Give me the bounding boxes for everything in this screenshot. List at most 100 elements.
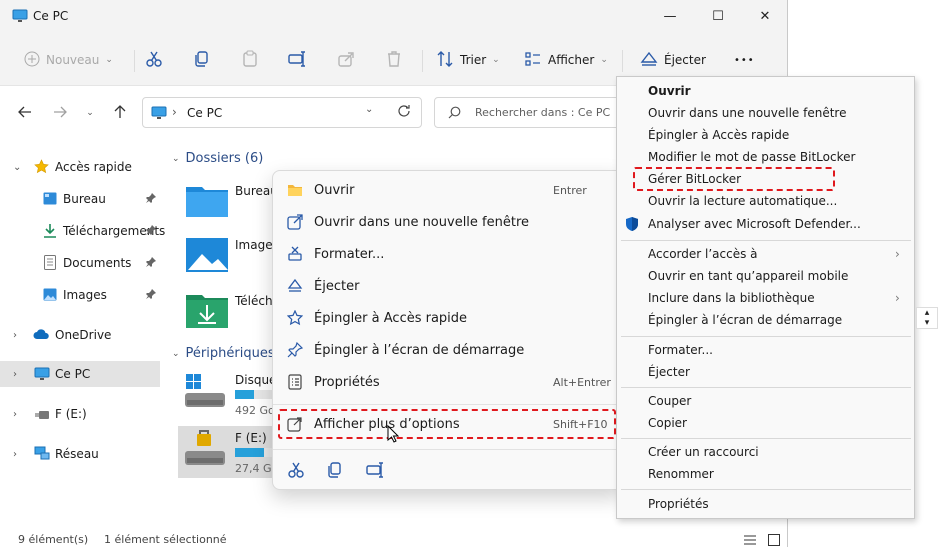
chevron-right-icon[interactable]: › <box>13 409 17 420</box>
view-button[interactable]: Afficher ⌄ <box>524 48 608 72</box>
sidebar-item-onedrive[interactable]: › OneDrive <box>0 322 160 348</box>
mouse-cursor-icon <box>387 424 400 446</box>
download-icon <box>43 223 57 241</box>
refresh-icon[interactable] <box>397 104 411 121</box>
sidebar-item-documents[interactable]: Documents <box>0 250 160 276</box>
pin-icon <box>287 341 304 358</box>
up-button[interactable] <box>110 103 130 123</box>
search-box[interactable]: Rechercher dans : Ce PC <box>434 97 634 128</box>
rename-icon <box>288 50 306 71</box>
copy-button[interactable] <box>193 48 211 72</box>
context-item-pin-quick-access[interactable]: Épingler à Accès rapide <box>279 302 619 334</box>
classic-item-eject[interactable]: Éjecter <box>617 361 914 383</box>
forward-button[interactable] <box>50 103 70 123</box>
classic-item-autoplay[interactable]: Ouvrir la lecture automatique... <box>617 190 914 212</box>
context-item-show-more-options[interactable]: Afficher plus d’options Shift+F10 <box>279 408 619 440</box>
view-label: Afficher <box>548 53 595 67</box>
classic-item-cut[interactable]: Couper <box>617 390 914 412</box>
eject-icon <box>640 50 658 71</box>
classic-item-change-bitlocker-password[interactable]: Modifier le mot de passe BitLocker <box>617 146 914 168</box>
chevron-down-icon[interactable]: ⌄ <box>13 162 21 173</box>
recent-locations-chevron-icon[interactable]: ⌄ <box>80 103 100 123</box>
eject-label: Éjecter <box>664 53 706 67</box>
folders-section-header[interactable]: ⌄ Dossiers (6) <box>172 151 263 166</box>
classic-item-label: Renommer <box>648 467 714 481</box>
pin-icon <box>146 256 156 270</box>
search-placeholder: Rechercher dans : Ce PC <box>475 106 611 119</box>
sidebar-item-network[interactable]: › Réseau <box>0 441 160 467</box>
sidebar-item-this-pc[interactable]: › Ce PC <box>0 361 160 387</box>
spinner-control[interactable]: ▴ ▾ <box>916 307 938 329</box>
pin-icon <box>146 224 156 238</box>
copy-icon[interactable] <box>326 461 344 479</box>
details-view-icon[interactable] <box>744 535 756 547</box>
sidebar-item-quick-access[interactable]: ⌄ Accès rapide <box>0 154 160 180</box>
chevron-down-icon: ⌄ <box>600 55 608 65</box>
context-item-eject[interactable]: Éjecter <box>279 270 619 302</box>
chevron-right-icon[interactable]: › <box>13 449 17 460</box>
classic-item-label: Analyser avec Microsoft Defender... <box>648 217 861 231</box>
sidebar-item-images[interactable]: Images <box>0 282 160 308</box>
classic-item-include-library[interactable]: Inclure dans la bibliothèque › <box>617 287 914 309</box>
classic-item-properties[interactable]: Propriétés <box>617 493 914 515</box>
maximize-button[interactable]: ☐ <box>706 6 730 28</box>
rename-button[interactable] <box>288 48 306 72</box>
sidebar-item-downloads[interactable]: Téléchargements <box>0 218 165 244</box>
classic-item-copy[interactable]: Copier <box>617 412 914 434</box>
classic-item-format[interactable]: Formater... <box>617 339 914 361</box>
back-button[interactable] <box>15 103 35 123</box>
plus-circle-icon <box>24 51 40 70</box>
downloads-folder-icon <box>185 292 229 333</box>
classic-item-pin-start[interactable]: Épingler à l’écran de démarrage <box>617 309 914 331</box>
drive-name: F (E:) <box>235 431 267 445</box>
context-item-open-new-window[interactable]: Ouvrir dans une nouvelle fenêtre <box>279 206 619 238</box>
context-item-properties[interactable]: Propriétés Alt+Entrer <box>279 366 619 398</box>
sidebar-item-usb-drive[interactable]: › F (E:) <box>0 401 160 427</box>
close-button[interactable]: ✕ <box>753 6 777 28</box>
trash-icon <box>385 50 403 71</box>
folder-item[interactable]: Téléch <box>185 292 273 333</box>
classic-item-pin-quick-access[interactable]: Épingler à Accès rapide <box>617 124 914 146</box>
star-outline-icon <box>286 309 304 326</box>
classic-item-create-shortcut[interactable]: Créer un raccourci <box>617 441 914 463</box>
chevron-right-icon: › <box>895 291 900 305</box>
folders-section-title: Dossiers (6) <box>185 151 264 166</box>
share-button[interactable] <box>337 48 355 72</box>
cut-button[interactable] <box>145 48 163 72</box>
breadcrumb-this-pc[interactable]: Ce PC <box>187 106 222 120</box>
classic-item-scan-defender[interactable]: Analyser avec Microsoft Defender... <box>617 213 914 235</box>
paste-button[interactable] <box>241 48 259 72</box>
classic-item-give-access[interactable]: Accorder l’accès à › <box>617 243 914 265</box>
context-item-pin-start[interactable]: Épingler à l’écran de démarrage <box>279 334 619 366</box>
classic-item-manage-bitlocker[interactable]: Gérer BitLocker <box>617 168 914 190</box>
new-button[interactable]: Nouveau ⌄ <box>24 48 113 72</box>
context-item-format[interactable]: Formater... <box>279 238 619 270</box>
classic-item-rename[interactable]: Renommer <box>617 463 914 485</box>
arrow-left-icon <box>18 105 32 122</box>
classic-item-open[interactable]: Ouvrir <box>617 80 914 102</box>
delete-button[interactable] <box>385 48 403 72</box>
tiles-view-icon[interactable] <box>768 534 780 547</box>
folder-item[interactable]: Images <box>185 236 279 277</box>
rename-icon[interactable] <box>366 461 384 479</box>
more-options-button[interactable]: ••• <box>734 48 755 72</box>
folder-item[interactable]: Bureau <box>185 182 278 221</box>
divider <box>134 50 135 72</box>
sort-button[interactable]: Trier ⌄ <box>436 48 500 72</box>
address-bar[interactable]: › Ce PC ⌄ <box>142 97 422 128</box>
sidebar-item-label: Accès rapide <box>55 160 132 174</box>
sidebar-item-desktop[interactable]: Bureau <box>0 186 160 212</box>
chevron-right-icon[interactable]: › <box>13 369 17 380</box>
classic-item-label: Propriétés <box>648 497 709 511</box>
classic-item-open-as-portable[interactable]: Ouvrir en tant qu’appareil mobile <box>617 265 914 287</box>
classic-item-label: Gérer BitLocker <box>648 172 742 186</box>
chevron-down-icon[interactable]: ⌄ <box>365 104 373 115</box>
eject-button[interactable]: Éjecter <box>640 48 706 72</box>
classic-item-open-new-window[interactable]: Ouvrir dans une nouvelle fenêtre <box>617 102 914 124</box>
minimize-button[interactable]: — <box>658 6 682 28</box>
scissors-icon[interactable] <box>287 461 305 479</box>
classic-item-label: Épingler à l’écran de démarrage <box>648 313 843 327</box>
devices-section-header[interactable]: ⌄ Périphériques <box>172 346 275 361</box>
context-item-open[interactable]: Ouvrir Entrer <box>279 174 619 206</box>
chevron-right-icon[interactable]: › <box>13 330 17 341</box>
